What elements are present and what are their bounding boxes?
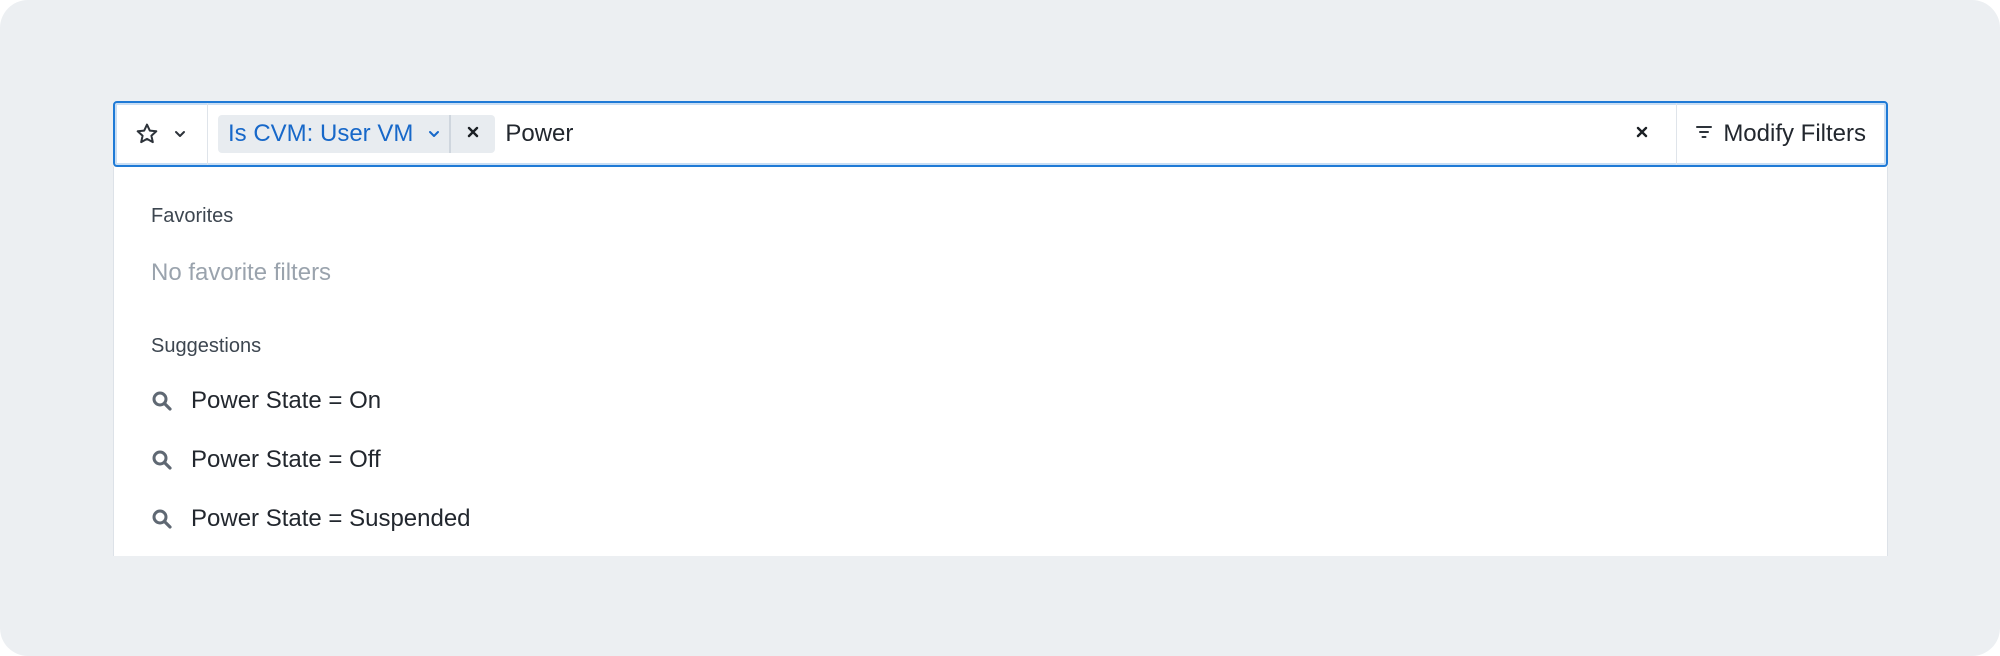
filter-dropdown-panel: Favorites No favorite filters Suggestion…	[113, 167, 1888, 556]
filter-search-widget: Is CVM: User VM Power Modify Filters Fav…	[113, 101, 1888, 556]
chevron-down-icon	[427, 127, 441, 141]
filter-chip-remove-button[interactable]	[451, 115, 495, 153]
suggestion-label: Power State = Off	[191, 446, 381, 473]
filter-search-bar: Is CVM: User VM Power Modify Filters	[113, 101, 1888, 167]
page-background: Is CVM: User VM Power Modify Filters Fav…	[0, 0, 2000, 656]
suggestion-label: Power State = Suspended	[191, 505, 471, 532]
filter-chip: Is CVM: User VM	[218, 115, 496, 153]
suggestion-item[interactable]: Power State = Off	[151, 440, 381, 480]
suggestion-item[interactable]: Power State = Suspended	[151, 499, 471, 539]
modify-filters-label: Modify Filters	[1723, 120, 1866, 147]
query-area: Is CVM: User VM	[208, 103, 1615, 165]
suggestion-item[interactable]: Power State = On	[151, 381, 381, 421]
modify-filters-button[interactable]: Modify Filters	[1676, 103, 1886, 165]
search-icon	[151, 508, 177, 530]
filter-chip-edit[interactable]: Is CVM: User VM	[218, 115, 449, 153]
suggestion-label: Power State = On	[191, 387, 382, 414]
favorites-empty-text: No favorite filters	[151, 259, 332, 286]
suggestions-section-title: Suggestions	[151, 335, 262, 357]
search-icon	[151, 390, 177, 412]
filter-chip-label: Is CVM: User VM	[228, 120, 414, 147]
search-input[interactable]	[505, 114, 1615, 154]
clear-search-button[interactable]	[1614, 103, 1670, 165]
star-icon	[135, 122, 159, 146]
favorites-section-title: Favorites	[151, 205, 234, 227]
filter-icon	[1695, 123, 1713, 146]
close-icon	[466, 125, 480, 144]
close-icon	[1635, 125, 1649, 144]
search-icon	[151, 449, 177, 471]
chevron-down-icon	[173, 127, 187, 141]
favorites-menu-toggle[interactable]	[115, 103, 208, 165]
